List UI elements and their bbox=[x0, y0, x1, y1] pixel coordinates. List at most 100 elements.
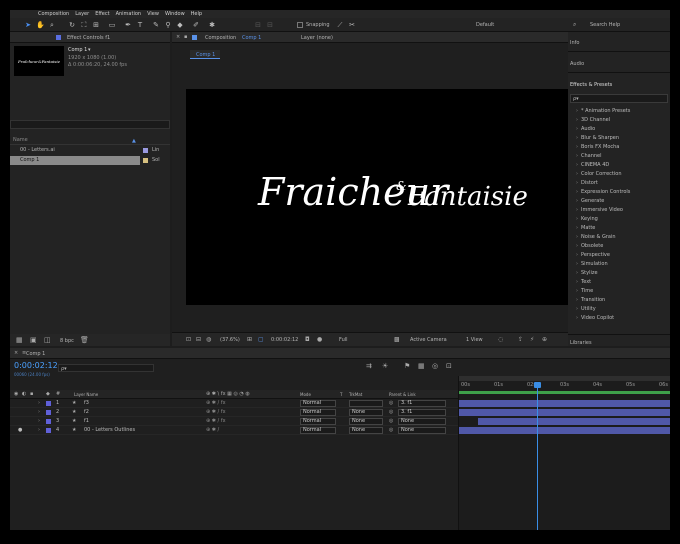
effect-category[interactable]: Video Copilot bbox=[568, 314, 670, 323]
mode-dropdown[interactable]: Normal bbox=[300, 427, 336, 434]
menu-window[interactable]: Window bbox=[165, 11, 185, 17]
menu-view[interactable]: View bbox=[147, 11, 159, 17]
workspace-default[interactable]: Default bbox=[476, 22, 494, 28]
camera-snapshot-icon[interactable]: ◘ bbox=[305, 336, 310, 343]
layer-duration-bar[interactable] bbox=[478, 418, 670, 425]
close-icon[interactable]: × bbox=[176, 34, 180, 40]
visibility-eye-icon[interactable]: ● bbox=[18, 427, 22, 433]
timeline-tab[interactable]: Comp 1 bbox=[26, 351, 45, 357]
trkmat-dropdown[interactable] bbox=[349, 400, 383, 407]
effect-category[interactable]: Utility bbox=[568, 305, 670, 314]
comp-mini-flowchart-icon[interactable]: ⇉ bbox=[366, 362, 372, 370]
resolution-dropdown[interactable]: Full bbox=[339, 337, 348, 343]
layer-name[interactable]: f2 bbox=[84, 409, 89, 415]
effect-category[interactable]: Expression Controls bbox=[568, 188, 670, 197]
layer-switches-icon[interactable]: ⊕ ✱ / fx bbox=[206, 400, 226, 406]
draft-3d-icon[interactable]: ☀ bbox=[382, 362, 388, 370]
lock-icon[interactable]: ▪ bbox=[184, 34, 187, 40]
effects-search-input[interactable]: ρ▾ bbox=[573, 96, 579, 102]
label-column-icon[interactable]: ▲ bbox=[132, 138, 136, 144]
type-tool-icon[interactable]: T bbox=[136, 21, 144, 29]
mode-header[interactable]: Mode bbox=[300, 392, 311, 397]
audio-header-icon[interactable]: ◐ bbox=[22, 391, 26, 397]
new-folder-icon[interactable]: ▣ bbox=[30, 336, 37, 344]
snap-options-icon[interactable]: ⟋ bbox=[336, 21, 344, 29]
effect-category[interactable]: 3D Channel bbox=[568, 116, 670, 125]
libraries-panel-tab[interactable]: Libraries bbox=[570, 340, 592, 346]
layer-switches-icon[interactable]: ⊕ ✱ / bbox=[206, 427, 219, 433]
trkmat-dropdown[interactable]: None bbox=[349, 418, 383, 425]
distribute-icon[interactable]: ⊟ bbox=[266, 21, 274, 29]
search-help-input[interactable]: Search Help bbox=[590, 22, 620, 28]
effect-category[interactable]: Time bbox=[568, 287, 670, 296]
zoom-tool-icon[interactable]: ⌕ bbox=[48, 21, 56, 29]
effect-category[interactable]: Boris FX Mocha bbox=[568, 143, 670, 152]
menu-layer[interactable]: Layer bbox=[75, 11, 89, 17]
layer-row[interactable]: › 1 ★ f3 ⊕ ✱ / fx Normal ◎ 3. f1 bbox=[10, 399, 458, 408]
composition-viewer[interactable]: Fraicheur & Fantaisie bbox=[186, 89, 569, 305]
parent-dropdown[interactable]: None bbox=[398, 427, 446, 434]
trash-icon[interactable]: 🗑 bbox=[80, 336, 89, 344]
effect-category[interactable]: Blur & Sharpen bbox=[568, 134, 670, 143]
camera-dropdown[interactable]: Active Camera bbox=[410, 337, 447, 343]
menu-composition[interactable]: Composition bbox=[38, 11, 69, 17]
expand-icon[interactable]: › bbox=[38, 400, 40, 406]
layer-row[interactable]: ● › 4 ★ 00 - Letters Outlines ⊕ ✱ / Norm… bbox=[10, 426, 458, 435]
interpret-footage-icon[interactable]: ▦ bbox=[16, 336, 23, 344]
view-layout-dropdown[interactable]: 1 View bbox=[466, 337, 483, 343]
menu-help[interactable]: Help bbox=[191, 11, 202, 17]
pickwhip-icon[interactable]: ◎ bbox=[389, 427, 393, 433]
hand-tool-icon[interactable]: ✋ bbox=[36, 21, 45, 29]
layer-row[interactable]: › 3 ★ f1 ⊕ ✱ / fx Normal None ◎ None bbox=[10, 417, 458, 426]
layer-row[interactable]: › 2 ★ f2 ⊕ ✱ / fx Normal None ◎ 3. f1 bbox=[10, 408, 458, 417]
graph-editor-icon[interactable]: ⊡ bbox=[446, 362, 452, 370]
layer-name[interactable]: 00 - Letters Outlines bbox=[84, 427, 135, 433]
effect-category[interactable]: Audio bbox=[568, 125, 670, 134]
align-icon[interactable]: ⊟ bbox=[254, 21, 262, 29]
roto-brush-tool-icon[interactable]: ✐ bbox=[192, 21, 200, 29]
pan-behind-tool-icon[interactable]: ⊞ bbox=[92, 21, 100, 29]
label-header-icon[interactable]: ◆ bbox=[46, 391, 50, 397]
effect-category[interactable]: Keying bbox=[568, 215, 670, 224]
frame-blending-icon[interactable]: ▦ bbox=[418, 362, 425, 370]
mode-dropdown[interactable]: Normal bbox=[300, 400, 336, 407]
comp-flowchart-tab[interactable]: Comp 1 bbox=[196, 52, 215, 58]
column-name[interactable]: Name bbox=[13, 137, 28, 143]
viewer-timecode[interactable]: 0:00:02:12 bbox=[271, 337, 298, 343]
mode-dropdown[interactable]: Normal bbox=[300, 418, 336, 425]
effect-category[interactable]: Obsolete bbox=[568, 242, 670, 251]
grid-icon[interactable]: ⊞ bbox=[247, 336, 252, 343]
time-ruler[interactable]: 00s 01s 02s 03s 04s 05s 06s bbox=[459, 382, 670, 391]
effect-category[interactable]: Text bbox=[568, 278, 670, 287]
rotate-tool-icon[interactable]: ↻ bbox=[68, 21, 76, 29]
puppet-tool-icon[interactable]: ✱ bbox=[208, 21, 216, 29]
expand-icon[interactable]: › bbox=[38, 409, 40, 415]
playhead[interactable] bbox=[534, 382, 542, 530]
switches-header-icon[interactable]: ⊕ ✱ \ fx ▦ ◎ ◔ ◍ bbox=[206, 391, 250, 397]
motion-blur-icon[interactable]: ◎ bbox=[432, 362, 438, 370]
composition-tab-name[interactable]: Comp 1 bbox=[242, 35, 261, 41]
project-item[interactable]: 00 - Letters.ai Lin bbox=[10, 146, 170, 155]
rectangle-tool-icon[interactable]: ▭ bbox=[108, 21, 116, 29]
parent-link-header[interactable]: Parent & Link bbox=[389, 392, 416, 397]
layer-name-header[interactable]: Layer Name bbox=[74, 392, 98, 397]
effect-category[interactable]: Stylize bbox=[568, 269, 670, 278]
t-header[interactable]: T bbox=[340, 392, 342, 397]
layer-tab[interactable]: Layer (none) bbox=[301, 35, 333, 41]
time-navigator[interactable] bbox=[459, 376, 670, 381]
eraser-tool-icon[interactable]: ◆ bbox=[176, 21, 184, 29]
composition-tab[interactable]: Composition bbox=[205, 35, 236, 41]
preview-icon[interactable]: ⊡ bbox=[186, 336, 191, 343]
project-item-selected[interactable]: Comp 1 bbox=[10, 156, 140, 165]
audio-panel-tab[interactable]: Audio bbox=[570, 61, 584, 67]
info-panel-tab[interactable]: Info bbox=[570, 40, 579, 46]
effect-category[interactable]: Noise & Grain bbox=[568, 233, 670, 242]
effect-category[interactable]: Perspective bbox=[568, 251, 670, 260]
effect-category[interactable]: Simulation bbox=[568, 260, 670, 269]
time-graph[interactable]: 00s 01s 02s 03s 04s 05s 06s bbox=[458, 376, 670, 530]
shy-layers-icon[interactable]: ⚑ bbox=[404, 362, 410, 370]
chevron-down-icon[interactable]: ▾ bbox=[88, 47, 91, 53]
snap-mask-icon[interactable]: ✂ bbox=[348, 21, 356, 29]
trkmat-header[interactable]: TrkMat bbox=[349, 392, 362, 397]
pickwhip-icon[interactable]: ◎ bbox=[389, 418, 393, 424]
